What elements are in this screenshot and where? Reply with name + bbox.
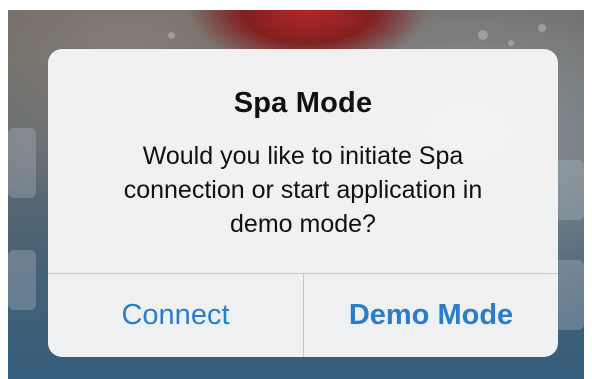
demo-mode-button[interactable]: Demo Mode bbox=[304, 274, 558, 357]
alert-message: Would you like to initiate Spa connectio… bbox=[123, 142, 483, 238]
connect-button[interactable]: Connect bbox=[48, 274, 303, 357]
alert-title: Spa Mode bbox=[233, 87, 373, 119]
spa-mode-alert: Spa Mode Would you like to initiate Spa … bbox=[48, 49, 558, 357]
alert-content: Spa Mode Would you like to initiate Spa … bbox=[48, 49, 558, 273]
